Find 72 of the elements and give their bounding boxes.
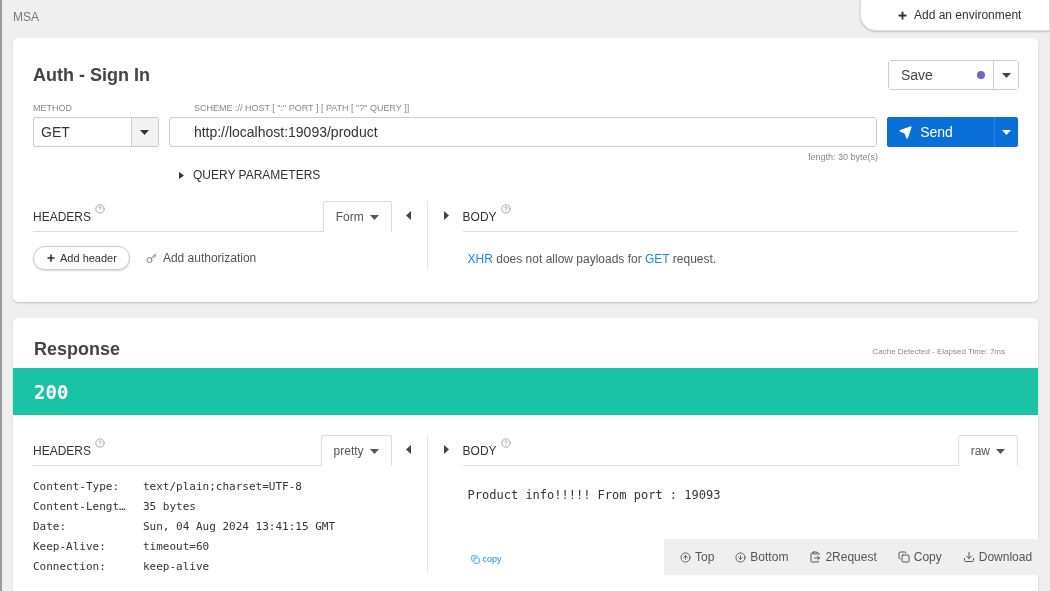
clipboard-icon [809,551,822,563]
collapse-right-button[interactable] [443,445,449,454]
copy-icon [897,551,910,563]
collapse-left-button[interactable] [405,445,411,454]
status-code: 200 [34,380,69,403]
plus-icon [46,253,56,263]
query-parameters-toggle[interactable]: QUERY PARAMETERS [179,168,321,182]
body-mode-dropdown[interactable]: raw [957,435,1018,466]
headers-label: HEADERS [33,444,105,465]
send-icon [899,125,913,139]
caret-icon [369,214,379,220]
message-link[interactable]: GET [645,252,670,266]
help-icon [500,438,511,448]
header-value: 35 bytes [143,500,197,513]
triangle-left-icon [405,211,411,220]
add-header-button[interactable]: Add header [33,246,130,270]
headers-label: HEADERS [33,210,105,231]
triangle-right-icon [443,445,449,454]
headers-mode-dropdown[interactable]: pretty [320,435,392,466]
elapsed-time: Cache Detected - Elapsed Time: 7ms [872,347,1005,358]
caret-icon [369,448,379,454]
header-value: Sun, 04 Aug 2024 13:41:15 GMT [143,520,337,533]
url-field[interactable]: http://localhost:19093/product [168,117,878,147]
caret-icon [1002,129,1011,135]
key-icon [145,252,157,264]
arrow-down-icon [735,551,747,563]
header-name: Content-Lengt… [33,500,127,513]
method-select[interactable]: GET [33,117,159,147]
add-environment-button[interactable]: Add an environment [860,0,1050,31]
help-icon [95,438,105,448]
request-title: Auth - Sign In [33,64,150,86]
message-link[interactable]: XHR [467,252,493,266]
send-options-button[interactable] [994,117,1018,147]
body-message: XHR does not allow payloads for GET request. [467,252,718,266]
toolbar-button[interactable]: Bottom [735,550,789,564]
help-icon [500,204,511,214]
toolbar-button[interactable]: Top [680,550,715,564]
triangle-right-icon [443,211,449,220]
arrow-up-icon [680,551,691,563]
caret-icon [140,129,150,135]
url-length: length: 30 byte(s) [808,152,878,162]
headers-mode-dropdown[interactable]: Form [322,201,392,232]
caret-icon [1001,72,1011,78]
download-icon [962,551,975,563]
header-name: Content-Type: [33,480,121,493]
header-name: Keep-Alive: [33,540,107,553]
copy-icon [470,554,480,564]
caret-icon [996,448,1005,454]
collapse-right-button[interactable] [443,211,449,220]
body-label: BODY [462,210,511,231]
help-icon [95,204,105,214]
header-value: timeout=60 [143,540,211,553]
header-name: Date: [33,520,68,533]
header-value: text/plain;charset=UTF-8 [143,480,303,493]
body-label: BODY [462,444,511,465]
response-title: Response [34,339,121,360]
collapse-left-button[interactable] [405,211,411,220]
url-label: SCHEME :// HOST [ ":" PORT ] [ PATH [ "?" QUERY ]] [194,103,410,113]
plus-icon [897,9,908,21]
copy-link[interactable]: copy [470,554,502,564]
save-button[interactable]: Save [889,61,994,89]
toolbar-button[interactable]: Copy [897,550,942,564]
caret-icon [179,171,184,179]
toolbar-button[interactable]: Download [962,550,1033,564]
add-authorization-link[interactable]: Add authorization [145,251,257,265]
header-value: keep-alive [143,560,211,573]
toolbar-button[interactable]: 2Request [809,550,877,564]
method-label: METHOD [33,103,73,113]
triangle-left-icon [405,445,411,454]
response-body: Product info!!!!! From port : 19093 [467,488,722,502]
header-name: Connection: [33,560,107,573]
project-name: MSA [13,10,39,24]
